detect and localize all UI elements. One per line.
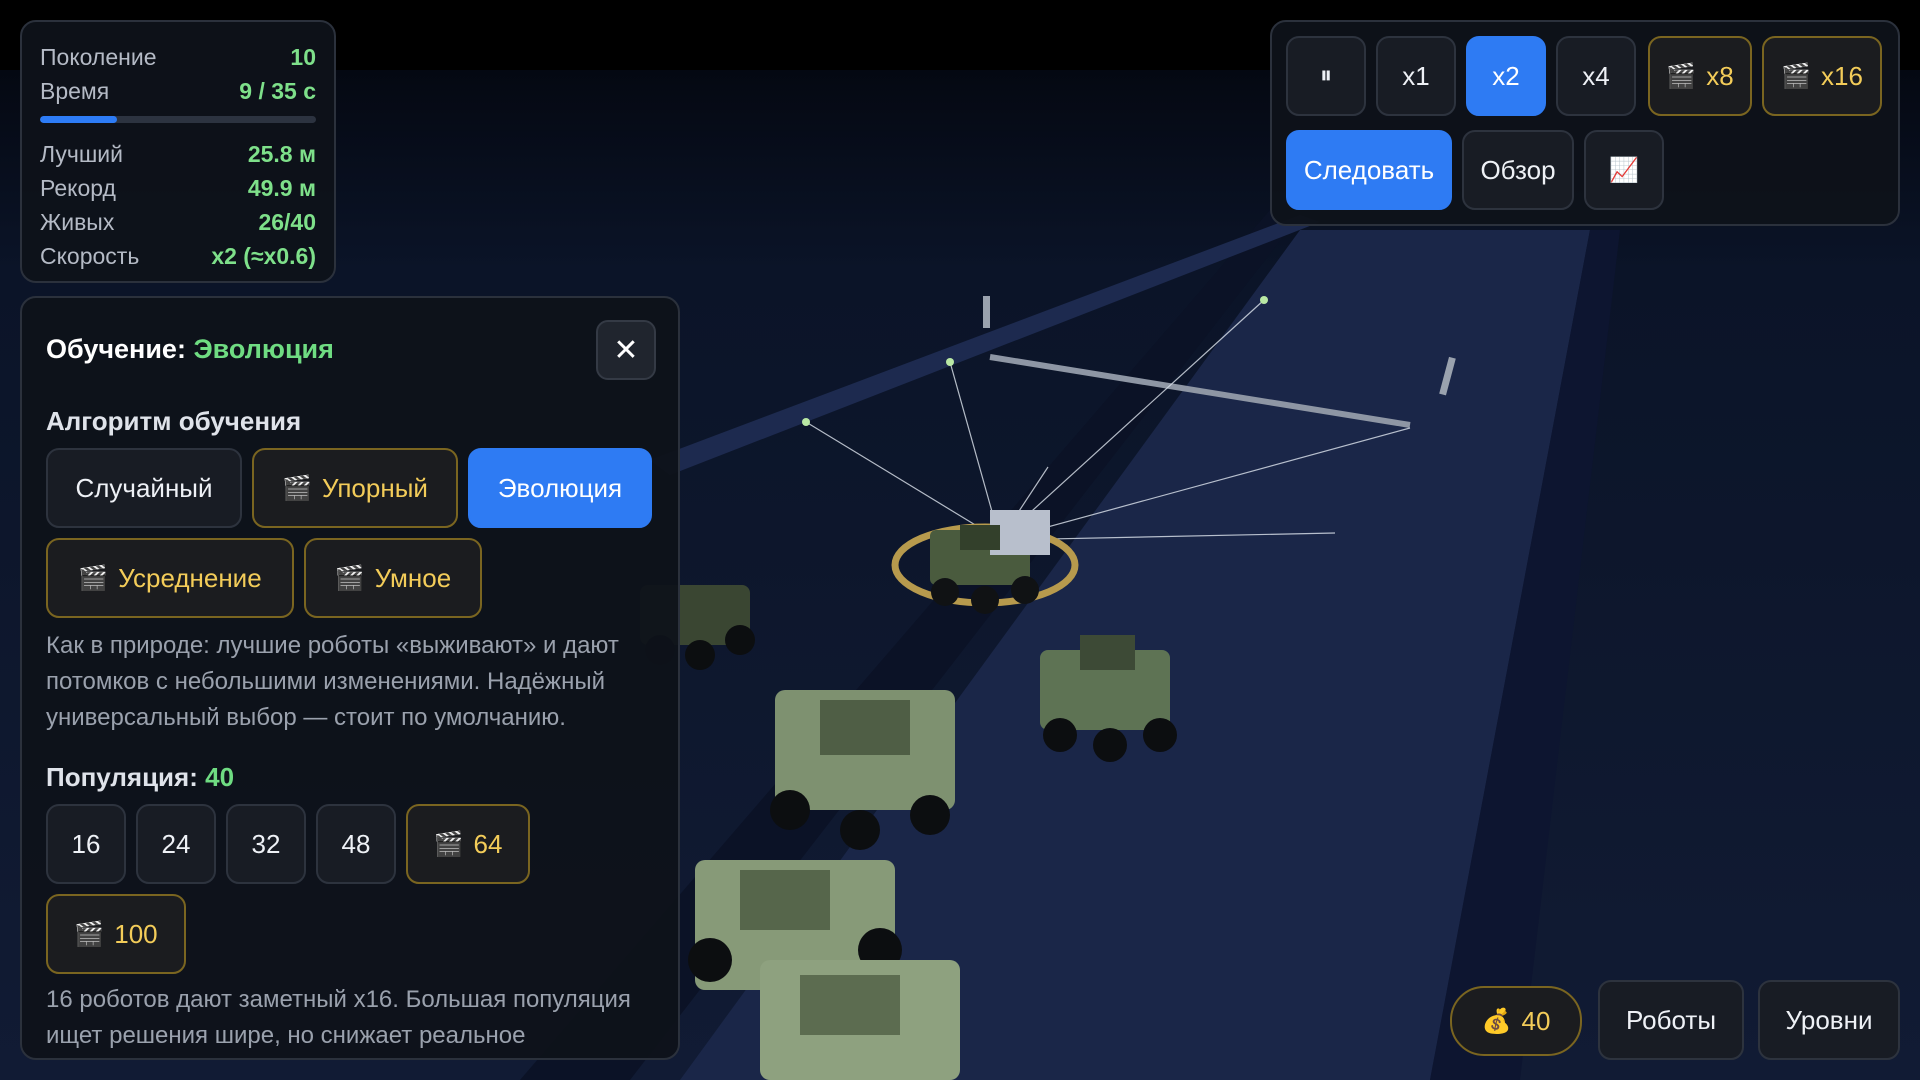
stat-label: Скорость (40, 242, 140, 269)
clapperboard-icon: 🎬 (74, 920, 105, 948)
population-64-button[interactable]: 🎬 64 (406, 804, 530, 884)
close-icon: ✕ (613, 333, 639, 367)
clapperboard-icon: 🎬 (1781, 62, 1811, 90)
training-title-value: Эволюция (193, 334, 334, 364)
speed-x2-button[interactable]: x2 (1466, 36, 1546, 116)
robot (760, 960, 960, 1080)
population-32-button[interactable]: 32 (226, 804, 306, 884)
stat-best: Лучший 25.8 м (40, 137, 316, 171)
follow-camera-button[interactable]: Следовать (1286, 130, 1452, 210)
stat-value: 26/40 (258, 208, 316, 235)
speed-x16-label: x16 (1820, 60, 1863, 91)
population-100-button[interactable]: 🎬 100 (46, 894, 186, 974)
stats-chart-button[interactable]: 📈 (1584, 130, 1664, 210)
speed-x1-button[interactable]: x1 (1376, 36, 1456, 116)
population-value: 40 (205, 762, 235, 792)
speed-x16-button[interactable]: 🎬 x16 (1762, 36, 1882, 116)
clapperboard-icon: 🎬 (282, 474, 312, 502)
population-label: Популяция: (46, 762, 198, 792)
algorithm-smart-button[interactable]: 🎬 Умное (304, 538, 482, 618)
population-note: 16 роботов дают заметный x16. Большая по… (46, 986, 631, 1049)
robot (770, 690, 955, 850)
clapperboard-icon: 🎬 (334, 564, 365, 592)
stat-label: Рекорд (40, 174, 116, 201)
stat-generation: Поколение 10 (40, 40, 316, 74)
stat-value: x2 (≈x0.6) (211, 242, 316, 269)
stat-speed: Скорость x2 (≈x0.6) (40, 239, 316, 273)
speed-x8-label: x8 (1706, 60, 1734, 91)
algorithm-random-button[interactable]: Случайный (46, 448, 242, 528)
stat-label: Лучший (40, 140, 123, 167)
time-progress-fill (40, 116, 118, 123)
population-16-button[interactable]: 16 (46, 804, 126, 884)
algorithm-evolution-button[interactable]: Эволюция (468, 448, 652, 528)
stats-panel: Поколение 10 Время 9 / 35 с Лучший 25.8 … (20, 20, 336, 283)
levels-button[interactable]: Уровни (1758, 980, 1900, 1060)
finish-post-left (983, 296, 990, 328)
clapperboard-icon: 🎬 (433, 830, 464, 858)
training-panel: Обучение: Эволюция ✕ Алгоритм обучения С… (20, 296, 680, 1060)
algorithm-averaging-button[interactable]: 🎬 Усреднение (46, 538, 294, 618)
pause-button[interactable]: ⏸ (1286, 36, 1366, 116)
close-button[interactable]: ✕ (596, 320, 656, 380)
robot (1040, 635, 1177, 762)
coins-button[interactable]: 💰 40 (1450, 986, 1582, 1056)
population-48-button[interactable]: 48 (316, 804, 396, 884)
chart-icon: 📈 (1609, 156, 1639, 184)
stat-alive: Живых 26/40 (40, 205, 316, 239)
training-title: Обучение: Эволюция (46, 334, 334, 365)
algorithm-stubborn-button[interactable]: 🎬 Упорный (252, 448, 458, 528)
clapperboard-icon: 🎬 (78, 564, 109, 592)
overview-camera-button[interactable]: Обзор (1462, 130, 1574, 210)
algorithm-smart-label: Умное (374, 562, 452, 593)
stat-value: 25.8 м (247, 140, 316, 167)
money-bag-icon: 💰 (1481, 1007, 1512, 1035)
stat-value: 49.9 м (247, 174, 316, 201)
clapperboard-icon: 🎬 (1666, 62, 1697, 90)
stat-record: Рекорд 49.9 м (40, 171, 316, 205)
algorithm-averaging-label: Усреднение (118, 562, 262, 593)
population-24-button[interactable]: 24 (136, 804, 216, 884)
speed-controls-panel: ⏸ x1 x2 x4 🎬 x8 🎬 x16 Следовать Обзор 📈 (1270, 20, 1900, 226)
speed-x8-button[interactable]: 🎬 x8 (1648, 36, 1752, 116)
population-heading: Популяция: 40 (46, 762, 234, 793)
robots-button[interactable]: Роботы (1598, 980, 1744, 1060)
algorithm-description: Как в природе: лучшие роботы «выживают» … (46, 632, 619, 731)
stat-value: 10 (290, 43, 316, 70)
population-64-label: 64 (473, 828, 503, 859)
speed-x4-button[interactable]: x4 (1556, 36, 1636, 116)
pause-icon: ⏸ (1320, 62, 1332, 89)
algorithm-stubborn-label: Упорный (321, 472, 428, 503)
coins-count: 40 (1521, 1005, 1551, 1036)
training-title-prefix: Обучение: (46, 334, 186, 364)
stat-label: Время (40, 77, 110, 104)
stat-label: Живых (40, 208, 115, 235)
stat-time: Время 9 / 35 с (40, 74, 316, 108)
algorithm-heading: Алгоритм обучения (46, 406, 302, 436)
population-100-label: 100 (114, 918, 158, 949)
time-progress-bar (40, 116, 316, 123)
stat-label: Поколение (40, 43, 157, 70)
stat-value: 9 / 35 с (239, 77, 316, 104)
